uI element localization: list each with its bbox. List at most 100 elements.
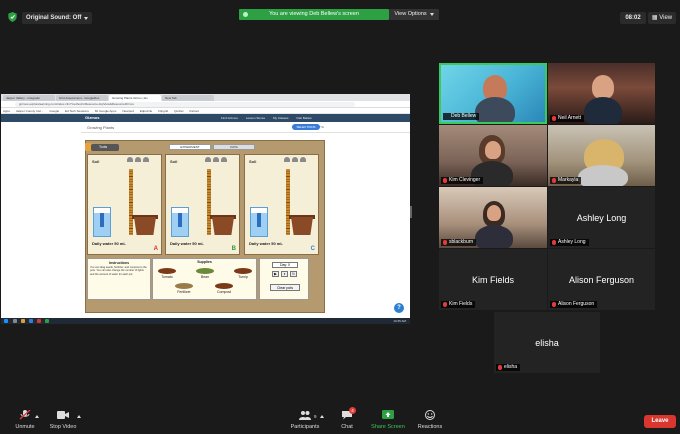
taskbar-clock: 10:35 AM xyxy=(393,319,406,323)
pot[interactable] xyxy=(134,217,156,235)
tab-experiment[interactable]: EXPERIMENT xyxy=(169,144,211,150)
help-icon[interactable]: ? xyxy=(394,303,404,313)
compost-icon xyxy=(215,283,233,289)
view-options-button[interactable]: View Options xyxy=(389,9,439,20)
bookmark-item[interactable]: Mr Google Apps xyxy=(95,108,117,113)
lamp-icon xyxy=(284,157,290,162)
gizmos-menu-item[interactable]: My Classes xyxy=(273,115,289,121)
muted-mic-icon xyxy=(443,178,447,183)
participant-video xyxy=(578,165,628,186)
search-icon[interactable] xyxy=(13,319,17,323)
muted-mic-icon xyxy=(552,178,556,183)
video-tile-sblackburn[interactable]: sblackburn xyxy=(439,187,547,248)
chevron-up-icon[interactable] xyxy=(77,415,81,418)
water-beaker[interactable] xyxy=(250,207,268,237)
participant-name: sblackburn xyxy=(449,239,474,245)
view-layout-button[interactable]: ▦ View xyxy=(648,12,676,24)
participant-name: Neil Arnett xyxy=(558,115,582,121)
bookmark-item[interactable]: Edpuzzle xyxy=(140,108,152,113)
browser-address-bar: gizmos.explorelearning.com/index.cfm?met… xyxy=(1,101,410,108)
bookmark-item[interactable]: Kahoot xyxy=(189,108,199,113)
tools-button[interactable]: Tools xyxy=(91,144,119,151)
participants-label: Participants xyxy=(290,424,320,430)
gizmos-menu: Find Gizmos Lesson Stores My Classes Deb… xyxy=(221,115,312,121)
chrome-icon[interactable] xyxy=(37,319,41,323)
muted-mic-icon xyxy=(552,240,556,245)
water-beaker[interactable] xyxy=(93,207,111,237)
lamp-icon xyxy=(143,157,149,162)
play-icon[interactable]: ▶ xyxy=(272,271,279,277)
supply-compost[interactable]: Compost xyxy=(213,283,235,294)
muted-mic-icon xyxy=(443,240,447,245)
stop-video-button[interactable]: Stop Video xyxy=(38,406,88,430)
bookmark-item[interactable]: Quizlet xyxy=(174,108,183,113)
ruler-icon xyxy=(129,169,133,235)
supplies-title: Supplies xyxy=(197,260,212,264)
bookmark-item[interactable]: Apps xyxy=(3,108,10,113)
soil-label: Soil xyxy=(249,159,257,164)
video-tile-elisha[interactable]: elisha elisha xyxy=(494,312,600,373)
lamps-icon[interactable] xyxy=(205,157,235,163)
browser-tab-strip: Jasper Vallery - Integratio Grid Assessm… xyxy=(1,94,410,101)
edge-icon[interactable] xyxy=(29,319,33,323)
bookmark-item[interactable]: Jasper County Inst... xyxy=(16,108,44,113)
video-tile-deb-bellew[interactable]: Deb Bellew xyxy=(439,63,547,124)
reset-icon[interactable]: ↻ xyxy=(290,271,297,277)
url-field[interactable]: gizmos.explorelearning.com/index.cfm?met… xyxy=(15,102,355,107)
water-level-icon xyxy=(100,213,104,227)
video-tile-ashley-long[interactable]: Ashley Long Ashley Long xyxy=(548,187,655,248)
top-bar: Original Sound: Off You are viewing Deb … xyxy=(0,0,680,24)
daily-water-label: Daily water 50 mL xyxy=(170,241,204,246)
video-tile-neil-arnett[interactable]: Neil Arnett xyxy=(548,63,655,124)
tab-data[interactable]: DATA xyxy=(213,144,255,150)
pot[interactable] xyxy=(212,217,234,235)
clear-pots-button[interactable]: Clear pots xyxy=(270,284,300,291)
grid-icon: ▦ xyxy=(651,15,658,21)
video-tile-kim-clevinger[interactable]: Kim Clevinger xyxy=(439,125,547,186)
lamp-icon xyxy=(221,157,227,162)
participant-name-muted: elisha xyxy=(496,364,521,371)
lamps-icon[interactable] xyxy=(127,157,157,163)
original-sound-button[interactable]: Original Sound: Off xyxy=(22,12,93,24)
selections-button[interactable]: SELECTIONS xyxy=(292,124,320,130)
supply-tomato[interactable]: Tomato xyxy=(156,268,178,279)
water-beaker[interactable] xyxy=(171,207,189,237)
panel-resize-handle[interactable] xyxy=(410,206,412,218)
lamps-icon[interactable] xyxy=(284,157,314,163)
windows-start-icon[interactable] xyxy=(4,319,8,323)
video-tile-alison-ferguson[interactable]: Alison Ferguson Alison Ferguson xyxy=(548,249,655,310)
chevron-down-icon xyxy=(429,13,434,16)
plot-a: Soil Daily water 50 mL A xyxy=(87,154,162,255)
participant-video xyxy=(487,205,501,221)
leave-button[interactable]: Leave xyxy=(644,415,676,428)
bookmark-item[interactable]: Flipgrid xyxy=(158,108,168,113)
participant-video xyxy=(592,75,614,99)
pot[interactable] xyxy=(291,217,313,235)
bookmark-item[interactable]: Google xyxy=(49,108,59,113)
bookmark-item[interactable]: Ed Tech Sessions xyxy=(65,108,89,113)
video-tile-markayla[interactable]: Markayla xyxy=(548,125,655,186)
file-explorer-icon[interactable] xyxy=(21,319,25,323)
reactions-button[interactable]: Reactions xyxy=(405,406,455,430)
video-tile-kim-fields[interactable]: Kim Fields Kim Fields xyxy=(439,249,547,310)
gizmos-menu-item[interactable]: Deb Bellew xyxy=(297,115,312,121)
share-screen-icon xyxy=(382,410,394,419)
participant-name: Ashley Long xyxy=(558,239,586,245)
seed-tray-icon xyxy=(196,268,214,274)
plot-letter: C xyxy=(310,246,315,252)
participant-name-muted: sblackburn xyxy=(441,239,477,246)
bookmark-item[interactable]: Nearpod xyxy=(122,108,134,113)
supply-fertilizer[interactable]: Fertilizer xyxy=(173,283,195,294)
supply-turnip[interactable]: Turnip xyxy=(232,268,254,279)
pause-icon[interactable]: ⏸ xyxy=(281,271,288,277)
supply-bean[interactable]: Bean xyxy=(194,268,216,279)
gizmos-logo[interactable]: Gizmos xyxy=(85,115,99,121)
participant-video xyxy=(485,141,501,159)
meeting-clock: 08:02 xyxy=(620,12,646,24)
shared-screen[interactable]: Jasper Vallery - Integratio Grid Assessm… xyxy=(1,94,410,324)
gizmo-title: Growing Plants xyxy=(87,125,115,130)
encryption-shield-icon[interactable] xyxy=(8,12,17,22)
app-icon[interactable] xyxy=(45,319,49,323)
gizmos-menu-item[interactable]: Lesson Stores xyxy=(246,115,265,121)
gizmos-menu-item[interactable]: Find Gizmos xyxy=(221,115,238,121)
